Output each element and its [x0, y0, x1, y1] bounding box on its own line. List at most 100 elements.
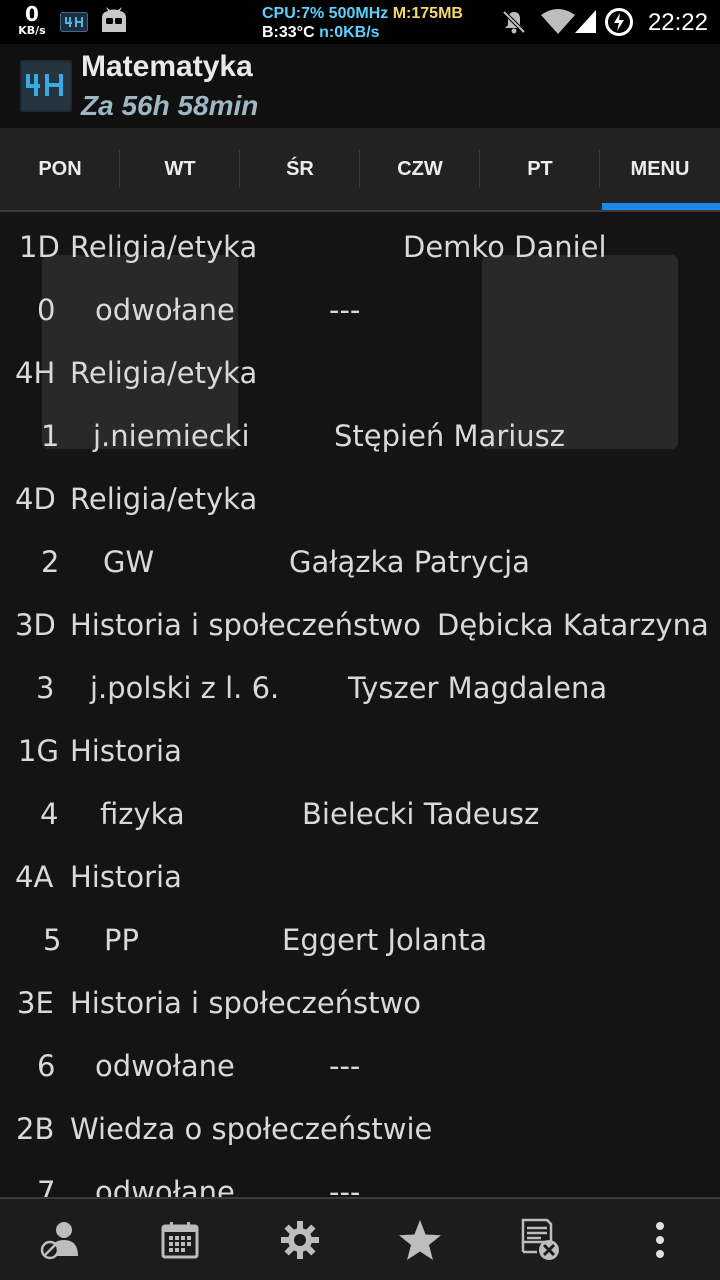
- system-stats: CPU:7% 500MHz M:175MB B:33°C n:0KB/s: [262, 4, 463, 42]
- cell-signal-icon: [575, 10, 596, 33]
- subject-label: fizyka: [100, 797, 185, 831]
- app-logo-icon[interactable]: [20, 60, 72, 112]
- class-label: 4H: [15, 356, 56, 390]
- net-speed-indicator: 0 KB/s: [14, 4, 50, 36]
- teacher-label: ---: [329, 1049, 361, 1083]
- teacher-label: Gałązka Patrycja: [289, 545, 530, 579]
- tab-label: PT: [527, 157, 553, 180]
- list-item[interactable]: 0 odwołane ---: [0, 279, 720, 342]
- tab-pt[interactable]: PT: [480, 128, 600, 210]
- list-item[interactable]: 4D Religia/etyka: [0, 468, 720, 531]
- current-subject-title: Matematyka: [81, 50, 253, 83]
- list-item[interactable]: 7 odwołane ---: [0, 1161, 720, 1197]
- subject-label: Historia: [70, 734, 182, 768]
- teacher-label: ---: [329, 293, 361, 327]
- net-stat: n:0KB/s: [319, 24, 380, 41]
- lesson-number: 3: [36, 671, 55, 705]
- tab-wt[interactable]: WT: [120, 128, 240, 210]
- app-bar: Matematyka Za 56h 58min: [0, 44, 720, 128]
- battery-temp-stat: B:33°C: [262, 24, 315, 41]
- day-tabs: PON WT ŚR CZW PT MENU: [0, 128, 720, 210]
- settings-button[interactable]: [240, 1199, 360, 1280]
- class-label: 1D: [19, 230, 60, 264]
- teacher-label: Demko Daniel: [403, 230, 607, 264]
- calendar-icon: [161, 1221, 199, 1258]
- tab-pon[interactable]: PON: [0, 128, 120, 210]
- calendar-button[interactable]: [120, 1199, 240, 1280]
- list-item[interactable]: 1G Historia: [0, 720, 720, 783]
- mem-stat: M:175MB: [392, 5, 463, 22]
- subject-label: Religia/etyka: [70, 482, 258, 516]
- list-item[interactable]: 2 GW Gałązka Patrycja: [0, 531, 720, 594]
- list-remove-icon: [521, 1218, 559, 1260]
- lesson-number: 0: [37, 293, 56, 327]
- teacher-button[interactable]: [0, 1199, 120, 1280]
- subject-label: odwołane: [95, 1175, 235, 1197]
- subject-label: Historia: [70, 860, 182, 894]
- list-item[interactable]: 4H Religia/etyka: [0, 342, 720, 405]
- tab-label: MENU: [630, 157, 690, 180]
- class-label: 3E: [17, 986, 54, 1020]
- subject-label: odwołane: [95, 293, 235, 327]
- status-bar: 0 KB/s CPU:7% 500MHz M:175MB B:33°C n:0K…: [0, 0, 720, 44]
- teacher-label: Dębicka Katarzyna: [437, 608, 709, 642]
- active-tab-indicator: [602, 203, 720, 210]
- cyanogen-mascot-icon: [102, 7, 126, 32]
- list-item[interactable]: 3E Historia i społeczeństwo: [0, 972, 720, 1035]
- class-label: 2B: [16, 1112, 55, 1146]
- list-item[interactable]: 4 fizyka Bielecki Tadeusz: [0, 783, 720, 846]
- lesson-number: 7: [37, 1175, 56, 1197]
- bottom-action-bar: [0, 1199, 720, 1280]
- app-4h-notification-icon: [60, 12, 88, 32]
- tab-label: WT: [164, 157, 196, 180]
- tab-label: PON: [38, 157, 82, 180]
- class-label: 4D: [15, 482, 56, 516]
- list-item[interactable]: 4A Historia: [0, 846, 720, 909]
- schedule-list[interactable]: 1D Religia/etyka Demko Daniel 0 odwołane…: [0, 212, 720, 1197]
- subject-label: Historia i społeczeństwo: [70, 608, 422, 642]
- net-speed-value: 0: [25, 2, 39, 26]
- tab-menu[interactable]: MENU: [600, 128, 720, 210]
- overflow-menu-icon: [656, 1221, 664, 1258]
- lesson-number: 2: [41, 545, 60, 579]
- net-speed-unit: KB/s: [18, 24, 46, 37]
- notifications-muted-icon: [502, 10, 526, 34]
- class-label: 3D: [15, 608, 56, 642]
- clock: 22:22: [647, 9, 708, 36]
- subject-label: j.niemiecki: [93, 419, 250, 453]
- list-item[interactable]: 5 PP Eggert Jolanta: [0, 909, 720, 972]
- subject-label: odwołane: [95, 1049, 235, 1083]
- subject-label: Religia/etyka: [70, 356, 258, 390]
- star-icon: [399, 1219, 441, 1260]
- teacher-label: ---: [329, 1175, 361, 1197]
- lesson-number: 4: [40, 797, 59, 831]
- subject-label: Wiedza o społeczeństwie: [70, 1112, 433, 1146]
- battery-charging-icon: [605, 8, 633, 36]
- time-until-subtitle: Za 56h 58min: [81, 90, 259, 121]
- lesson-number: 1: [41, 419, 60, 453]
- lesson-number: 6: [37, 1049, 56, 1083]
- subject-label: PP: [104, 923, 139, 957]
- overflow-menu-button[interactable]: [600, 1199, 720, 1280]
- subject-label: Historia i społeczeństwo: [70, 986, 422, 1020]
- list-item[interactable]: 1D Religia/etyka Demko Daniel: [0, 216, 720, 279]
- list-item[interactable]: 6 odwołane ---: [0, 1035, 720, 1098]
- settings-gear-icon: [281, 1220, 319, 1259]
- tab-label: ŚR: [286, 157, 314, 180]
- list-item[interactable]: 3 j.polski z l. 6. Tyszer Magdalena: [0, 657, 720, 720]
- lesson-number: 5: [43, 923, 62, 957]
- wifi-icon: [541, 9, 575, 34]
- teacher-label: Eggert Jolanta: [282, 923, 488, 957]
- person-icon: [40, 1221, 78, 1259]
- clear-list-button[interactable]: [480, 1199, 600, 1280]
- subject-label: GW: [103, 545, 155, 579]
- class-label: 1G: [18, 734, 59, 768]
- favorites-button[interactable]: [360, 1199, 480, 1280]
- teacher-label: Bielecki Tadeusz: [302, 797, 540, 831]
- list-item[interactable]: 3D Historia i społeczeństwo Dębicka Kata…: [0, 594, 720, 657]
- subject-label: Religia/etyka: [70, 230, 258, 264]
- list-item[interactable]: 1 j.niemiecki Stępień Mariusz: [0, 405, 720, 468]
- tab-czw[interactable]: CZW: [360, 128, 480, 210]
- tab-sr[interactable]: ŚR: [240, 128, 360, 210]
- list-item[interactable]: 2B Wiedza o społeczeństwie: [0, 1098, 720, 1161]
